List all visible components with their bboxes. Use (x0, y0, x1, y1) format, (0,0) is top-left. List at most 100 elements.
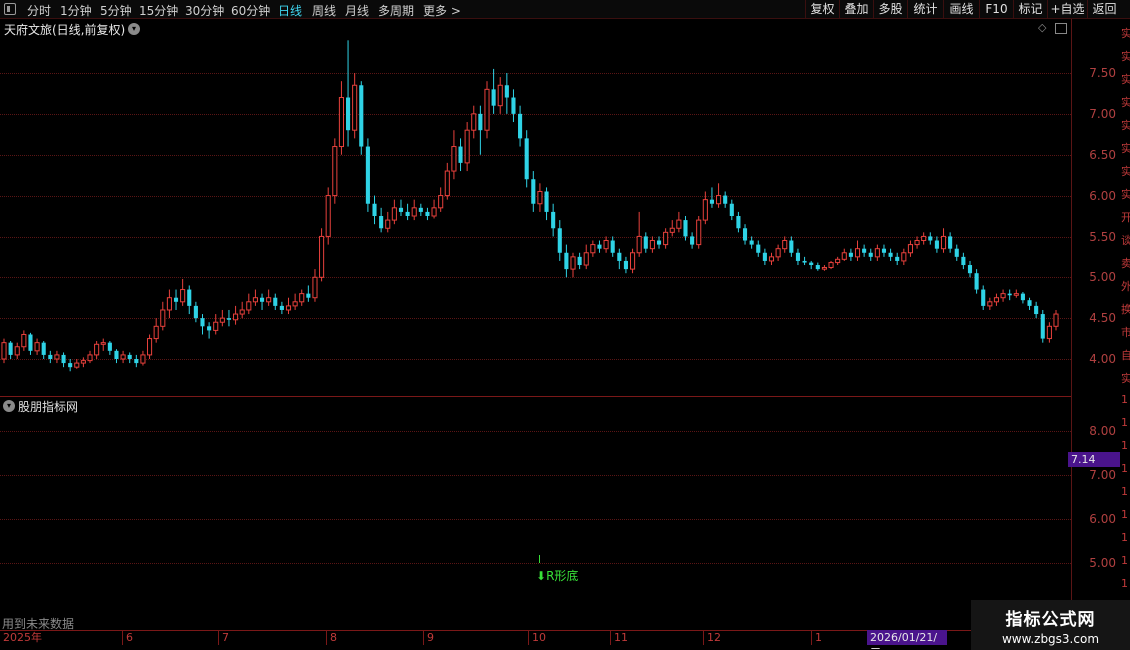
indicator-y-tick: 6.00 (1089, 512, 1116, 526)
info-side-text: 1 (1121, 531, 1128, 544)
overlay-button[interactable]: 叠加 (839, 0, 873, 19)
period-button-5min[interactable]: 5分钟 (100, 2, 132, 19)
candle (425, 207, 430, 221)
candle (187, 285, 192, 315)
period-button-30min[interactable]: 30分钟 (185, 2, 224, 19)
candle-body (848, 252, 853, 257)
candle-body (120, 354, 126, 360)
candle (756, 240, 761, 257)
candle (1013, 289, 1019, 298)
info-side-text: 1 (1121, 416, 1128, 429)
add-watchlist-button[interactable]: +自选 (1047, 0, 1087, 19)
candle (14, 342, 20, 359)
candle (438, 187, 444, 212)
candle-body (570, 256, 576, 270)
f10-button[interactable]: F10 (979, 0, 1013, 19)
back-button[interactable]: 返回 (1087, 0, 1121, 19)
candle (458, 138, 463, 172)
candle-body (756, 244, 761, 253)
candle-body (187, 289, 192, 306)
candle (444, 162, 450, 200)
candle-body (768, 256, 775, 262)
panel-toggle-icon[interactable] (4, 3, 16, 15)
info-side-panel[interactable]: 实实实实实实实实开谈卖外换市自实1111111111 (1121, 19, 1130, 631)
info-side-text: 实 (1121, 372, 1130, 385)
candle (219, 309, 225, 327)
candle (789, 236, 794, 257)
adjust-button[interactable]: 复权 (805, 0, 839, 19)
period-button-fenshi[interactable]: 分时 (27, 2, 51, 19)
more-periods-button[interactable]: 更多 > (423, 2, 461, 19)
candle-body (173, 297, 179, 302)
period-button-15min[interactable]: 15分钟 (139, 2, 178, 19)
candle-body (809, 262, 814, 266)
candle-body (385, 219, 391, 229)
info-side-text: 谈 (1121, 234, 1130, 247)
candle (564, 244, 569, 278)
candle-body (68, 363, 73, 368)
candle (821, 265, 827, 271)
candle-body (603, 240, 609, 250)
candle (193, 301, 198, 323)
candle (729, 199, 734, 221)
candle-body (246, 301, 252, 311)
candle-body (690, 236, 695, 245)
candle (868, 248, 873, 261)
chevron-down-icon[interactable]: ▾ (3, 400, 15, 412)
candle-body (583, 252, 589, 266)
candle-body (934, 240, 939, 249)
candle-body (802, 260, 807, 263)
candle-body (266, 297, 272, 303)
candle-body (537, 190, 543, 205)
candle-body (590, 244, 596, 254)
candle (418, 203, 423, 216)
candle (173, 289, 179, 310)
candle-body (28, 334, 33, 351)
period-button-multi[interactable]: 多周期 (378, 2, 414, 19)
candle (597, 240, 602, 253)
candle (180, 278, 186, 306)
candle (273, 293, 278, 310)
candle-body (438, 195, 444, 209)
candle (411, 199, 417, 221)
info-side-text: 1 (1121, 462, 1128, 475)
candle-body (610, 240, 615, 253)
candle-body (411, 207, 417, 217)
candle (61, 352, 66, 368)
candle (921, 232, 927, 245)
multi-stock-button[interactable]: 多股 (873, 0, 907, 19)
period-button-60min[interactable]: 60分钟 (231, 2, 270, 19)
candle-body (921, 235, 927, 242)
period-button-monthly[interactable]: 月线 (345, 2, 369, 19)
candle (497, 77, 503, 114)
candle (100, 338, 106, 351)
candle (1053, 309, 1059, 331)
candle-body (643, 236, 648, 249)
candle (518, 105, 523, 147)
candle-body (332, 146, 338, 197)
candle (246, 293, 252, 315)
panel-separator (0, 396, 1071, 397)
y-tick-label: 5.50 (1089, 230, 1116, 244)
candle (749, 236, 754, 249)
candle (372, 195, 377, 225)
indicator-title: 股朋指标网 (18, 400, 79, 414)
candle (299, 289, 305, 306)
period-button-1min[interactable]: 1分钟 (60, 2, 92, 19)
grid-line (0, 519, 1071, 520)
candle (643, 232, 648, 253)
candle (683, 216, 688, 241)
candle (1000, 289, 1006, 302)
candle-body (48, 354, 53, 359)
candle-body (1000, 293, 1006, 299)
candlestick-chart[interactable] (0, 19, 1071, 396)
statistics-button[interactable]: 统计 (907, 0, 943, 19)
y-tick-label: 6.00 (1089, 189, 1116, 203)
draw-line-button[interactable]: 画线 (943, 0, 979, 19)
period-button-daily[interactable]: 日线 (278, 2, 302, 19)
candle (114, 349, 119, 364)
y-tick-label: 4.00 (1089, 352, 1116, 366)
mark-button[interactable]: 标记 (1013, 0, 1047, 19)
period-button-weekly[interactable]: 周线 (312, 2, 336, 19)
candle (8, 341, 13, 359)
